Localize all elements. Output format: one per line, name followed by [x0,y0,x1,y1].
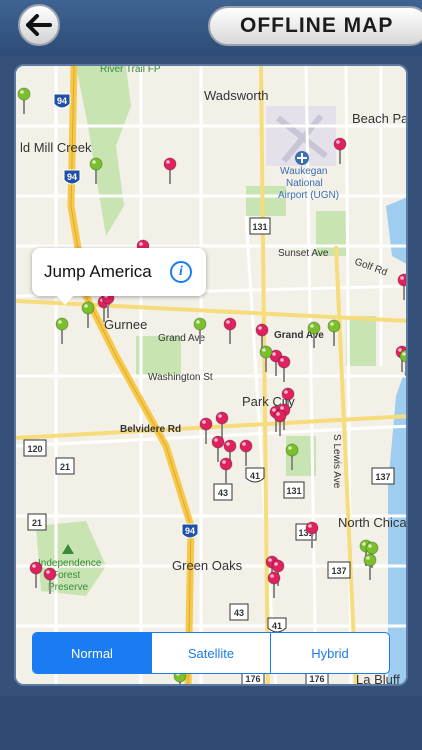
map-label-independence-1: Independence [38,558,102,569]
callout-title: Jump America [44,262,152,281]
state-route-shield: 120 [23,439,47,457]
state-route-shield: 131 [283,481,305,499]
map-type-normal[interactable]: Normal [33,633,152,673]
map-label-washington-st: Washington St [148,372,213,383]
bottom-bar [0,696,422,750]
info-icon[interactable]: i [170,261,192,283]
map-type-satellite[interactable]: Satellite [152,633,271,673]
state-route-shield: 131 [249,217,271,235]
map-label-old-mill-creek: ld Mill Creek [20,140,92,155]
svg-text:43: 43 [234,608,244,618]
map-label-green-oaks: Green Oaks [172,558,243,573]
svg-text:176: 176 [309,674,324,684]
svg-text:41: 41 [250,471,260,481]
map-label-river-trail: River Trail FP [100,66,161,75]
us-route-shield: 41 [267,617,287,633]
map-label-gurnee: Gurnee [104,317,147,332]
state-route-shield: 137 [327,561,351,579]
map-label-lake-bluff: La Bluff [356,672,400,686]
svg-text:94: 94 [57,96,67,106]
callout-tail [56,295,74,305]
interstate-shield: 94 [181,523,199,539]
map-label-north-chicago: North Chica [338,515,407,530]
map-label-belvidere-rd: Belvidere Rd [120,424,181,435]
page-title-pill: OFFLINE MAP [208,6,422,46]
map-label-beach-park: Beach Park [352,111,408,126]
svg-text:131: 131 [252,222,267,232]
state-route-shield: 43 [229,603,249,621]
arrow-left-icon [26,14,52,36]
svg-text:131: 131 [286,486,301,496]
svg-text:21: 21 [32,518,42,528]
svg-text:137: 137 [375,472,390,482]
svg-text:94: 94 [67,172,77,182]
interstate-shield: 94 [63,169,81,185]
map-label-sunset-ave: Sunset Ave [278,248,329,259]
svg-text:176: 176 [245,674,260,684]
map-type-hybrid[interactable]: Hybrid [271,633,389,673]
svg-text:94: 94 [185,526,195,536]
state-route-shield: 137 [371,467,395,485]
map-label-airport-2: National [286,178,323,189]
map-canvas[interactable]: River Trail FP Wadsworth Beach Park ld M… [16,66,408,686]
map-label-wadsworth: Wadsworth [204,88,269,103]
map-label-independence-3: Preserve [48,582,88,593]
state-route-shield: 21 [55,457,75,475]
map-label-airport-3: Airport (UGN) [278,190,339,201]
map-label-s-lewis-ave: S Lewis Ave [331,434,342,489]
svg-text:137: 137 [331,566,346,576]
back-button[interactable] [18,4,60,46]
svg-text:21: 21 [60,462,70,472]
us-route-shield: 41 [245,467,265,483]
map-label-airport-1: Waukegan [280,166,327,177]
pin-callout[interactable]: Jump America i [32,248,206,296]
top-bar: OFFLINE MAP [0,0,422,56]
map-view[interactable]: River Trail FP Wadsworth Beach Park ld M… [14,64,408,686]
park-area [346,316,376,366]
page-title: OFFLINE MAP [240,14,394,37]
state-route-shield: 21 [27,513,47,531]
svg-text:43: 43 [218,488,228,498]
map-type-selector: Normal Satellite Hybrid [32,632,390,674]
map-label-grand-ave-1: Grand Ave [158,333,206,344]
interstate-shield: 94 [53,93,71,109]
svg-text:120: 120 [27,444,42,454]
state-route-shield: 43 [213,483,233,501]
svg-text:41: 41 [272,621,282,631]
